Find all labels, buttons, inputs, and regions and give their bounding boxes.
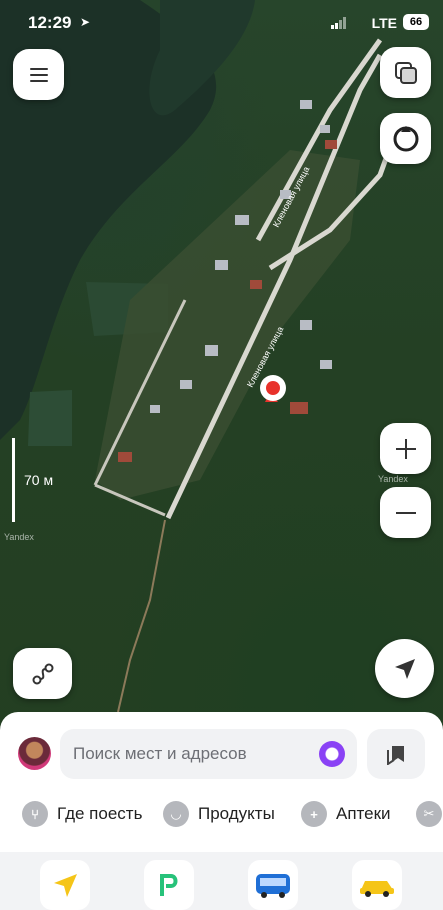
- signal-icon: [331, 17, 346, 29]
- navigation-arrow-icon: [394, 658, 415, 679]
- category-groceries[interactable]: ◡ Продукты: [163, 798, 275, 830]
- menu-button[interactable]: [13, 49, 64, 100]
- bus-icon: [256, 874, 290, 898]
- parking-icon: [160, 874, 178, 896]
- pharmacy-cross-icon: +: [301, 801, 327, 827]
- location-pin-center: [266, 381, 280, 395]
- status-bar: 12:29 ➤ LTE 66: [0, 0, 443, 46]
- category-pharmacy[interactable]: + Аптеки: [301, 798, 391, 830]
- pond-2: [28, 390, 72, 446]
- layers-button[interactable]: [380, 47, 431, 98]
- category-more[interactable]: ✂: [416, 798, 443, 830]
- scale-label: 70 м: [24, 472, 54, 488]
- category-label: Продукты: [198, 804, 275, 823]
- navigator-icon: [54, 874, 77, 897]
- search-input[interactable]: Поиск мест и адресов: [60, 729, 357, 779]
- minus-icon: [395, 511, 416, 514]
- scissors-icon: ✂: [416, 801, 442, 827]
- compass-icon: [393, 125, 418, 151]
- category-food[interactable]: ⑂ Где поесть: [22, 798, 142, 830]
- yandex-watermark: Yandex: [4, 532, 34, 542]
- fork-knife-icon: ⑂: [22, 801, 48, 827]
- network-label: LTE: [371, 15, 397, 31]
- yandex-watermark-right: Yandex: [378, 474, 408, 484]
- navigator-tile[interactable]: [40, 860, 90, 910]
- bookmark-icon: [387, 746, 404, 765]
- bookmarks-button[interactable]: [367, 729, 425, 779]
- search-placeholder: Поиск мест и адресов: [73, 744, 247, 763]
- parking-tile[interactable]: [144, 860, 194, 910]
- dirt-track: [117, 519, 166, 713]
- zoom-in-button[interactable]: [380, 423, 431, 474]
- avatar[interactable]: [18, 737, 51, 770]
- zoom-out-button[interactable]: [380, 487, 431, 538]
- taxi-tile[interactable]: [352, 860, 402, 910]
- location-arrow-icon: ➤: [80, 15, 91, 29]
- my-location-button[interactable]: [375, 639, 434, 698]
- compass-button[interactable]: [380, 113, 431, 164]
- route-icon: [32, 663, 53, 684]
- layers-icon: [394, 61, 417, 84]
- category-label: Аптеки: [336, 804, 391, 823]
- basket-icon: ◡: [163, 801, 189, 827]
- taxi-icon: [360, 881, 394, 897]
- category-label: Где поесть: [57, 804, 143, 823]
- battery-icon: 66: [403, 14, 429, 30]
- alice-voice-icon[interactable]: [319, 741, 345, 767]
- transport-tile[interactable]: [248, 860, 298, 910]
- scale-bar: [12, 438, 15, 522]
- status-time: 12:29: [28, 13, 72, 32]
- plus-icon: [395, 438, 416, 459]
- village-area: [95, 150, 360, 500]
- hamburger-icon: [29, 67, 48, 82]
- route-button[interactable]: [13, 648, 72, 699]
